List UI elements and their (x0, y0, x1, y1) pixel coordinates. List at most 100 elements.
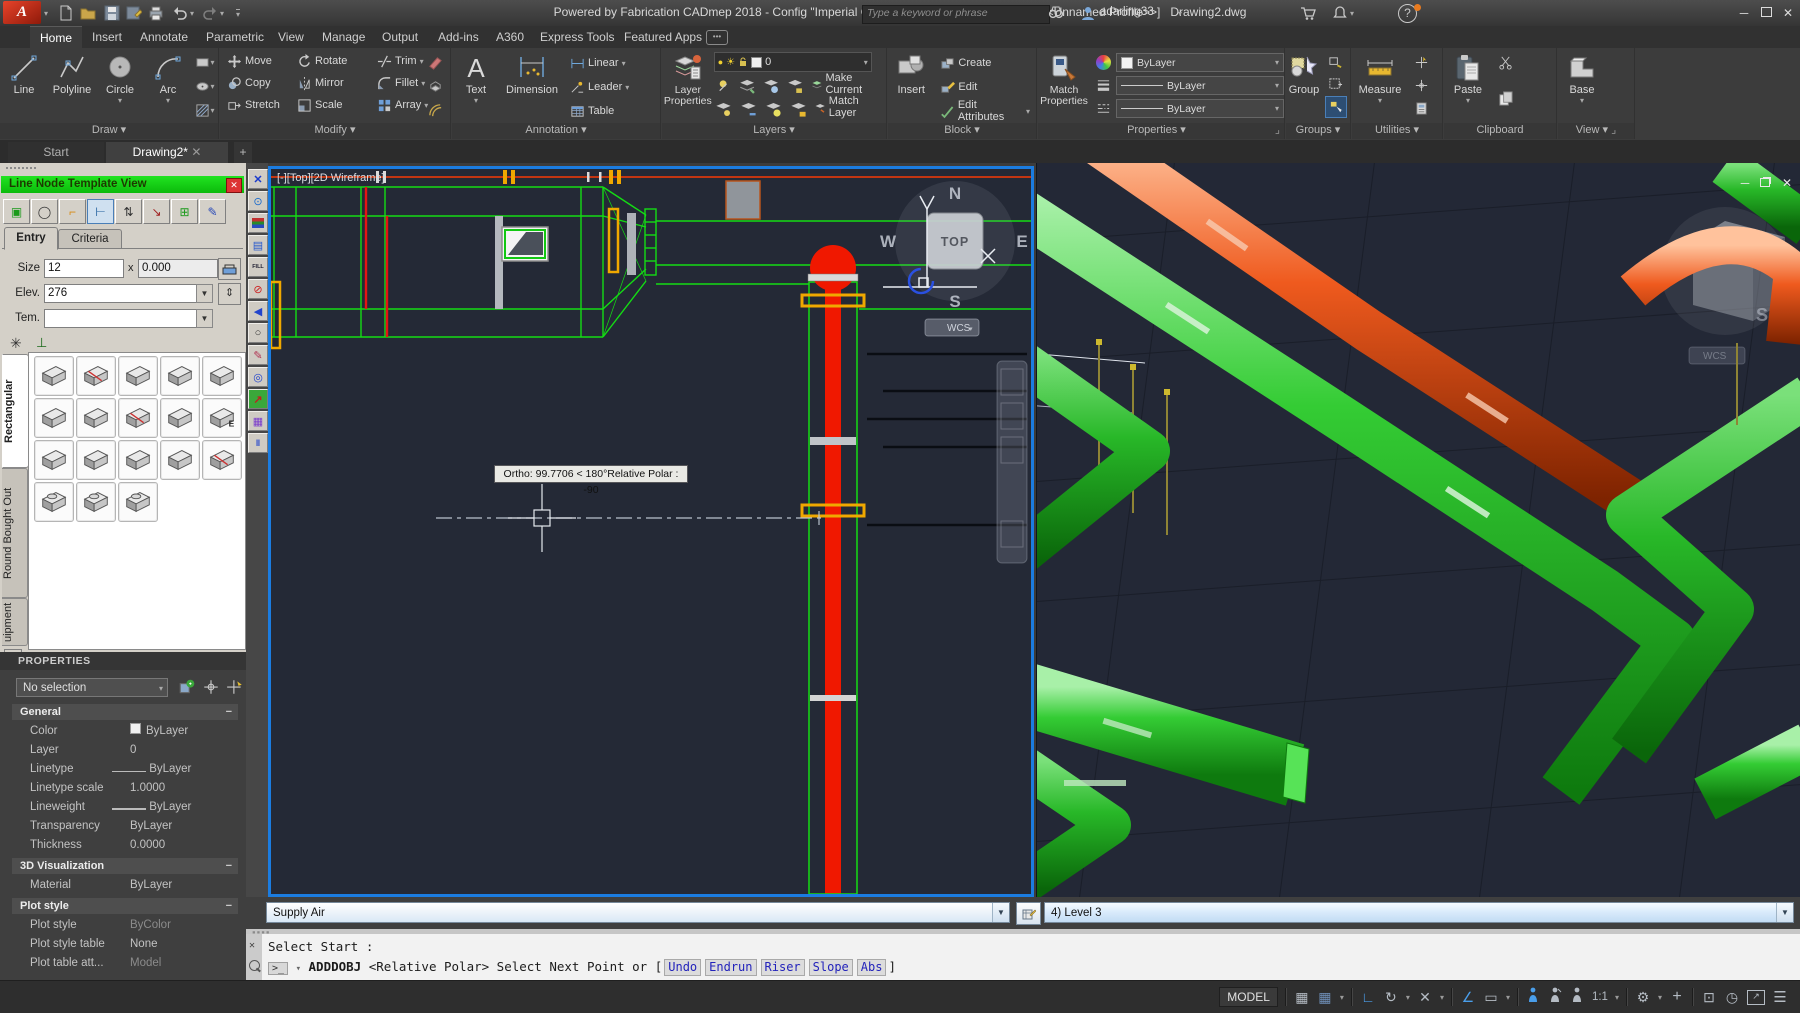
database-books-icon[interactable] (248, 213, 268, 233)
layer-freeze-icon[interactable] (762, 76, 780, 96)
tab-featured-apps[interactable]: Featured Apps (614, 26, 712, 48)
tab-annotate[interactable]: Annotate (130, 26, 198, 48)
fitting-transition[interactable] (202, 356, 242, 396)
search-input[interactable]: Type a keyword or phrase (862, 5, 1050, 24)
sign-in-person-icon[interactable] (1080, 5, 1096, 21)
command-close-icon[interactable]: ✕ (249, 940, 255, 951)
catalog-book-icon[interactable]: ▤ (248, 235, 268, 255)
linear-dimension-button[interactable]: Linear▾ (567, 52, 632, 74)
close-tab-icon[interactable]: ✕ (191, 145, 201, 159)
elev-picker-button[interactable]: ⇕ (218, 283, 241, 305)
alert-bell-icon[interactable] (1332, 5, 1348, 21)
palette-tab-round-bought-out[interactable]: Round Bought Out (2, 468, 28, 598)
viewcube-south[interactable]: S (949, 292, 960, 311)
lineweight-combo[interactable]: ByLayer▾ (1116, 76, 1284, 95)
id-point-icon[interactable] (1411, 52, 1431, 72)
no-entry-icon[interactable]: ⊘ (248, 279, 268, 299)
fitting-offset-elbow[interactable] (160, 440, 200, 480)
target-icon[interactable]: ◎ (248, 367, 268, 387)
elev-combo[interactable]: 276 (44, 284, 202, 303)
pause-info-icon[interactable]: ‖ (248, 433, 268, 453)
undo-icon[interactable] (172, 5, 188, 21)
tab-manage[interactable]: Manage (312, 26, 375, 48)
tab-output[interactable]: Output (372, 26, 428, 48)
tab-parametric[interactable]: Parametric (196, 26, 274, 48)
text-button[interactable]: A Text▾ (452, 50, 500, 122)
3d-edit-tool-icon[interactable]: ✎ (199, 199, 226, 224)
linetype-icon[interactable] (1093, 98, 1113, 118)
palette-grip[interactable] (6, 167, 36, 173)
ungroup-icon[interactable] (1325, 52, 1345, 72)
customize-qat-icon[interactable]: ▾ (236, 9, 240, 19)
tab-addins[interactable]: Add-ins (428, 26, 489, 48)
viewport-2d[interactable]: N W E S TOP WCS ▾ [-][To (268, 166, 1034, 897)
prop-row-layer[interactable]: Layer0 (12, 741, 238, 760)
service-combo[interactable]: Supply Air▼ (266, 902, 1010, 923)
fitting-square-bend[interactable] (160, 356, 200, 396)
rotate-button[interactable]: Rotate (294, 50, 374, 72)
tab-view[interactable]: View (268, 26, 314, 48)
viewcube-east[interactable]: E (1016, 232, 1027, 251)
app-store-cart-icon[interactable] (1300, 5, 1316, 21)
section-3d-visualization[interactable]: 3D Visualization− (12, 858, 238, 874)
fitting-end-duct[interactable] (34, 398, 74, 438)
option-undo[interactable]: Undo (664, 959, 701, 976)
fitting-roof-curb[interactable] (34, 482, 74, 522)
fitting-vertical-pipe[interactable] (118, 440, 158, 480)
palette-tab-rectangular[interactable]: Rectangular (2, 354, 29, 468)
viewport-label[interactable]: [-][Top][2D Wireframe] (277, 172, 385, 184)
prop-row-linetype-scale[interactable]: Linetype scale1.0000 (12, 779, 238, 798)
copy-button[interactable]: Copy (224, 72, 294, 94)
prop-row-lineweight[interactable]: Lineweight ByLayer (12, 798, 238, 817)
fitting-access-panel[interactable] (202, 440, 242, 480)
ellipse-tool-icon[interactable]: ▾ (195, 76, 215, 96)
copy-clip-icon[interactable] (1495, 88, 1515, 108)
view-panel-label[interactable]: View ▾ ⌟ (1558, 123, 1634, 139)
save-as-icon[interactable] (126, 5, 142, 21)
move-button[interactable]: Move (224, 50, 294, 72)
modify-panel-label[interactable]: Modify ▾ (220, 123, 450, 139)
option-slope[interactable]: Slope (809, 959, 853, 976)
workspace-gear-icon[interactable]: ⚙ (1635, 989, 1651, 1006)
quick-select-icon[interactable] (226, 678, 244, 696)
lineweight-icon[interactable] (1093, 75, 1113, 95)
layer-select-combo[interactable]: ● ☀ 0 ▾ (714, 52, 872, 72)
elevation-marker-icon[interactable]: ⊥ (36, 335, 47, 351)
polyline-button[interactable]: Polyline (48, 50, 96, 122)
command-prompt-icon[interactable]: >_ (268, 962, 288, 975)
circle-select-icon[interactable]: ○ (248, 323, 268, 343)
paste-button[interactable]: Paste▾ (1444, 50, 1492, 122)
stretch-button[interactable]: Stretch (224, 94, 294, 116)
osnap-caret-icon[interactable]: ▾ (1506, 993, 1510, 1002)
layer-walk-icon[interactable] (714, 99, 733, 119)
back-arrow-icon[interactable]: ◀ (248, 301, 268, 321)
offset-icon[interactable] (425, 100, 445, 120)
redo-icon[interactable] (202, 5, 218, 21)
autoscale-icon[interactable] (1548, 987, 1563, 1008)
fitting-fire-damper[interactable] (118, 398, 158, 438)
save-icon[interactable] (104, 5, 120, 21)
layer-unlock-icon[interactable] (789, 99, 808, 119)
undo-caret-icon[interactable]: ▾ (190, 9, 194, 18)
fitting-box-tap-side[interactable] (118, 482, 158, 522)
object-color-combo[interactable]: ByLayer▾ (1116, 53, 1284, 72)
polar-caret-icon[interactable]: ▾ (1406, 993, 1410, 1002)
prop-row-transparency[interactable]: TransparencyByLayer (12, 817, 238, 836)
elev-combo-arrow[interactable]: ▼ (196, 284, 213, 303)
cut-icon[interactable] (1495, 52, 1515, 72)
graphics-performance-clock-icon[interactable]: ◷ (1724, 989, 1740, 1006)
layer-on-all-icon[interactable] (764, 99, 783, 119)
command-prompt-line[interactable]: >_ ▾ ADDDOBJ <Relative Polar> Select Nex… (268, 959, 896, 976)
size-picker-button[interactable] (218, 258, 241, 280)
layer-properties-button[interactable]: Layer Properties (662, 50, 714, 122)
erase-icon[interactable] (425, 52, 445, 72)
vp3d-close-icon[interactable]: ✕ (1779, 176, 1795, 190)
prop-row-color[interactable]: ColorByLayer (12, 722, 238, 741)
layer-off-icon[interactable] (714, 76, 732, 96)
split-tool-icon[interactable]: ⇅ (115, 199, 142, 224)
color-wheel-icon[interactable] (1093, 52, 1113, 72)
point-style-icon[interactable] (1411, 75, 1431, 95)
object-snap-icon[interactable]: ▭ (1483, 989, 1499, 1006)
size-depth-input[interactable]: 0.000 (138, 259, 218, 278)
prop-row-thickness[interactable]: Thickness0.0000 (12, 836, 238, 855)
